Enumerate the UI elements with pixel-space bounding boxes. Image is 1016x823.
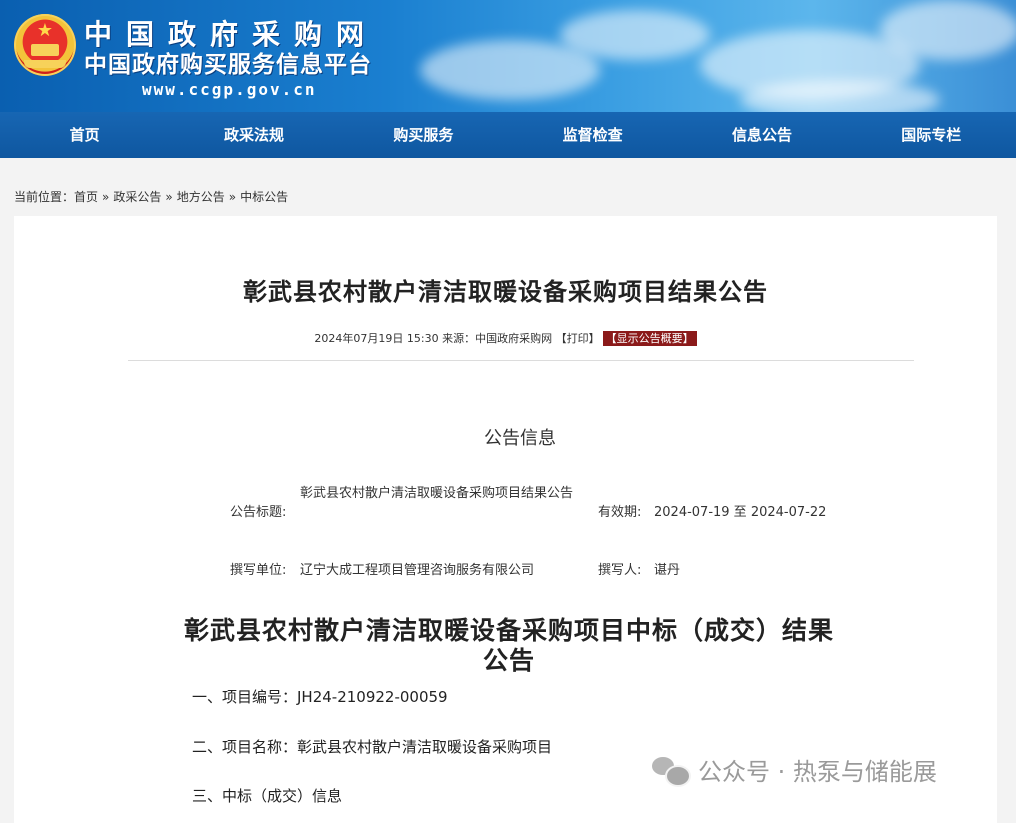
title-label: 公告标题: [230, 505, 287, 520]
divider [128, 360, 914, 361]
nav-item-regulations[interactable]: 政采法规 [169, 112, 338, 158]
cloud-decoration [740, 80, 940, 112]
breadcrumb-procurement-notices[interactable]: 政采公告 [113, 190, 161, 204]
emblem-base [24, 60, 66, 68]
project-name: 二、项目名称：彰武县农村散户清洁取暖设备采购项目 [192, 738, 553, 756]
award-info-heading: 三、中标（成交）信息 [192, 787, 343, 805]
org-label: 撰写单位: [230, 563, 287, 578]
breadcrumb-award-notices[interactable]: 中标公告 [240, 190, 288, 204]
valid-period-value: 2024-07-19 至 2024-07-22 [654, 505, 827, 520]
content-panel: 彰武县农村散户清洁取暖设备采购项目结果公告 2024年07月19日 15:30 … [14, 216, 997, 823]
info-section-title: 公告信息 [484, 428, 556, 449]
project-number: 一、项目编号：JH24-210922-00059 [192, 688, 448, 706]
nav-item-home[interactable]: 首页 [0, 112, 169, 158]
breadcrumb-prefix: 当前位置： [14, 190, 75, 204]
author-label: 撰写人: [598, 563, 642, 578]
gate-icon [31, 44, 59, 56]
breadcrumb-separator: » [102, 190, 110, 204]
breadcrumb-home[interactable]: 首页 [74, 190, 98, 204]
notice-meta: 2024年07月19日 15:30 来源：中国政府采购网 【打印】 【显示公告概要… [14, 330, 997, 346]
org-value: 辽宁大成工程项目管理咨询服务有限公司 [300, 563, 535, 578]
title-value: 彰武县农村散户清洁取暖设备采购项目结果公告 [300, 486, 574, 501]
breadcrumb: 当前位置：首页» 政采公告» 地方公告» 中标公告 [14, 188, 288, 205]
valid-period-label: 有效期: [598, 505, 642, 520]
result-heading: 彰武县农村散户清洁取暖设备采购项目中标（成交）结果公告 [184, 616, 835, 675]
publish-info: 2024年07月19日 15:30 来源：中国政府采购网 [314, 332, 553, 345]
site-header-banner: ★ 中国政府采购网 中国政府购买服务信息平台 www.ccgp.gov.cn [0, 0, 1016, 112]
nav-item-announcements[interactable]: 信息公告 [677, 112, 846, 158]
show-summary-button[interactable]: 【显示公告概要】 [602, 331, 697, 346]
watermark-text: 公众号 · 热泵与储能展 [698, 758, 937, 786]
info-table: 公告标题: 彰武县农村散户清洁取暖设备采购项目结果公告 有效期: 2024-07… [14, 216, 997, 578]
breadcrumb-local-notices[interactable]: 地方公告 [177, 190, 225, 204]
author-value: 谌丹 [654, 563, 681, 578]
print-link[interactable]: 【打印】 [556, 332, 600, 345]
cloud-decoration [560, 10, 710, 60]
site-name[interactable]: 中国政府采购网 [84, 20, 378, 50]
nav-item-supervision[interactable]: 监督检查 [508, 112, 677, 158]
national-emblem-icon[interactable]: ★ [14, 14, 76, 76]
cloud-decoration [880, 0, 1016, 60]
wechat-icon [652, 755, 691, 787]
site-url[interactable]: www.ccgp.gov.cn [142, 80, 317, 99]
main-nav: 首页 政采法规 购买服务 监督检查 信息公告 国际专栏 [0, 112, 1016, 158]
nav-item-purchase-services[interactable]: 购买服务 [339, 112, 508, 158]
nav-item-international[interactable]: 国际专栏 [847, 112, 1016, 158]
star-icon: ★ [36, 20, 54, 41]
site-subtitle[interactable]: 中国政府购买服务信息平台 [84, 52, 372, 78]
notice-title: 彰武县农村散户清洁取暖设备采购项目结果公告 [243, 278, 768, 306]
breadcrumb-separator: » [165, 190, 173, 204]
watermark: 公众号 · 热泵与储能展 [652, 752, 937, 787]
breadcrumb-separator: » [228, 190, 237, 204]
